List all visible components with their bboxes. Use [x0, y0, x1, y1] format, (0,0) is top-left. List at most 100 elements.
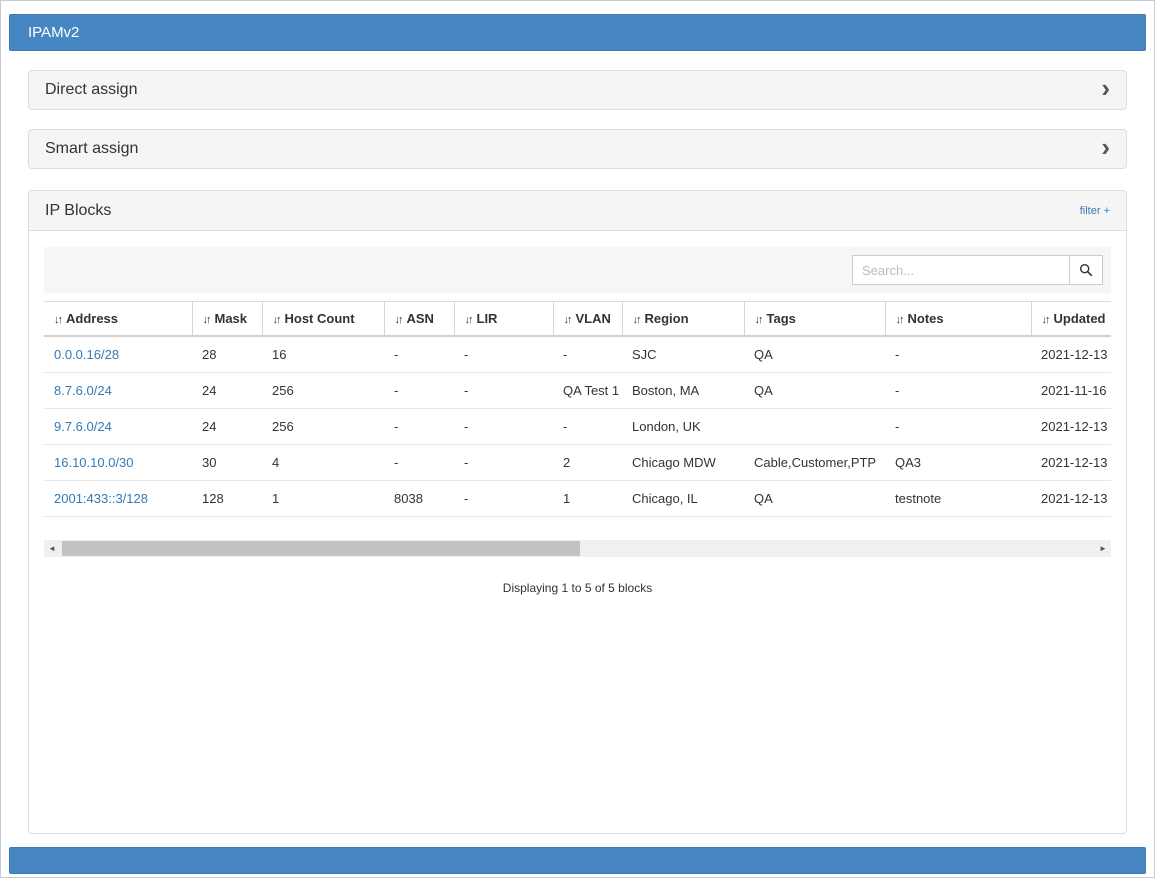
- filter-toggle-link[interactable]: filter +: [1080, 205, 1110, 217]
- table-cell: [744, 409, 885, 445]
- chevron-right-icon: ›: [1101, 78, 1110, 98]
- footer-bar: [9, 847, 1146, 874]
- column-header-mask[interactable]: ↓↑Mask: [192, 302, 262, 337]
- table-cell: 256: [262, 409, 384, 445]
- search-button[interactable]: [1070, 255, 1103, 285]
- sort-icon: ↓↑: [633, 314, 640, 326]
- table-row: 8.7.6.0/2424256--QA Test 1Boston, MAQA-2…: [44, 373, 1111, 409]
- table-row: 0.0.0.16/282816---SJCQA-2021-12-13: [44, 336, 1111, 373]
- column-header-region[interactable]: ↓↑ Region: [622, 302, 744, 337]
- page: IPAMv2 Direct assign › Smart assign › IP…: [0, 0, 1155, 878]
- column-label: Updated: [1054, 311, 1106, 326]
- table-cell: -: [454, 445, 553, 481]
- column-header-updated[interactable]: ↓↑ Updated: [1031, 302, 1111, 337]
- table-cell: -: [885, 373, 1031, 409]
- table-cell: 30: [192, 445, 262, 481]
- ip-blocks-table: ↓↑Address↓↑Mask↓↑Host Count↓↑ASN↓↑LIR↓↑V…: [44, 301, 1111, 517]
- table-cell: SJC: [622, 336, 744, 373]
- sort-icon: ↓↑: [1042, 314, 1049, 326]
- table-cell: Boston, MA: [622, 373, 744, 409]
- content-area: Direct assign › Smart assign › IP Blocks…: [28, 70, 1127, 834]
- scroll-right-arrow-icon[interactable]: ►: [1095, 540, 1111, 557]
- column-label: Address: [66, 311, 118, 326]
- table-cell: -: [454, 409, 553, 445]
- ip-blocks-panel: IP Blocks filter +: [28, 190, 1127, 834]
- search-input[interactable]: [852, 255, 1070, 285]
- table-cell: 2: [553, 445, 622, 481]
- table-cell: 8.7.6.0/24: [44, 373, 192, 409]
- table-cell: 2021-12-13: [1031, 445, 1111, 481]
- table-cell: Cable,Customer,PTP: [744, 445, 885, 481]
- column-label: VLAN: [576, 311, 611, 326]
- column-header-lir[interactable]: ↓↑LIR: [454, 302, 553, 337]
- sort-icon: ↓↑: [755, 314, 762, 326]
- sort-icon: ↓↑: [896, 314, 903, 326]
- table-cell: -: [885, 336, 1031, 373]
- table-cell: 256: [262, 373, 384, 409]
- panel-smart-assign[interactable]: Smart assign ›: [28, 129, 1127, 169]
- table-cell: Chicago, IL: [622, 481, 744, 517]
- column-header-address[interactable]: ↓↑ Address: [44, 302, 192, 337]
- column-header-notes[interactable]: ↓↑ Notes: [885, 302, 1031, 337]
- scroll-left-arrow-icon[interactable]: ◄: [44, 540, 60, 557]
- address-link[interactable]: 2001:433::3/128: [54, 491, 148, 506]
- scrollbar-track[interactable]: [60, 540, 1095, 557]
- search-icon: [1079, 263, 1093, 277]
- table-cell: 8038: [384, 481, 454, 517]
- address-link[interactable]: 16.10.10.0/30: [54, 455, 134, 470]
- column-header-host-count[interactable]: ↓↑Host Count: [262, 302, 384, 337]
- column-header-tags[interactable]: ↓↑ Tags: [744, 302, 885, 337]
- column-header-asn[interactable]: ↓↑ ASN: [384, 302, 454, 337]
- table-cell: -: [384, 409, 454, 445]
- panel-smart-assign-label: Smart assign: [45, 140, 138, 158]
- column-header-vlan[interactable]: ↓↑ VLAN: [553, 302, 622, 337]
- table-cell: London, UK: [622, 409, 744, 445]
- address-link[interactable]: 0.0.0.16/28: [54, 347, 119, 362]
- table-cell: 1: [553, 481, 622, 517]
- table-cell: -: [454, 373, 553, 409]
- table-cell: QA: [744, 373, 885, 409]
- table-cell: -: [454, 336, 553, 373]
- table-cell: 128: [192, 481, 262, 517]
- table-header-row: ↓↑Address↓↑Mask↓↑Host Count↓↑ASN↓↑LIR↓↑V…: [44, 302, 1111, 337]
- panel-direct-assign[interactable]: Direct assign ›: [28, 70, 1127, 110]
- scrollbar-thumb[interactable]: [62, 541, 580, 556]
- horizontal-scrollbar[interactable]: ◄ ►: [44, 540, 1111, 557]
- sort-icon: ↓↑: [465, 314, 472, 326]
- table-toolbar: [44, 247, 1111, 293]
- address-link[interactable]: 8.7.6.0/24: [54, 383, 112, 398]
- table-cell: QA: [744, 481, 885, 517]
- table-summary: Displaying 1 to 5 of 5 blocks: [44, 581, 1111, 595]
- table-cell: 16.10.10.0/30: [44, 445, 192, 481]
- table-cell: 2001:433::3/128: [44, 481, 192, 517]
- column-label: ASN: [407, 311, 434, 326]
- address-link[interactable]: 9.7.6.0/24: [54, 419, 112, 434]
- column-label: Tags: [767, 311, 796, 326]
- table-cell: 28: [192, 336, 262, 373]
- search-group: [852, 255, 1103, 285]
- table-cell: QA3: [885, 445, 1031, 481]
- table-row: 16.10.10.0/30304--2Chicago MDWCable,Cust…: [44, 445, 1111, 481]
- table-cell: 0.0.0.16/28: [44, 336, 192, 373]
- table-cell: 9.7.6.0/24: [44, 409, 192, 445]
- table-cell: -: [384, 336, 454, 373]
- panel-direct-assign-label: Direct assign: [45, 81, 137, 99]
- chevron-right-icon: ›: [1101, 137, 1110, 157]
- ip-blocks-panel-heading: IP Blocks filter +: [29, 191, 1126, 231]
- table-cell: -: [454, 481, 553, 517]
- sort-icon: ↓↑: [564, 314, 571, 326]
- table-cell: 2021-12-13: [1031, 336, 1111, 373]
- column-label: Mask: [215, 311, 248, 326]
- ip-blocks-panel-body: ↓↑Address↓↑Mask↓↑Host Count↓↑ASN↓↑LIR↓↑V…: [29, 247, 1126, 834]
- table-cell: 4: [262, 445, 384, 481]
- table-cell: 24: [192, 373, 262, 409]
- table-cell: -: [384, 445, 454, 481]
- sort-icon: ↓↑: [54, 314, 61, 326]
- column-label: Notes: [908, 311, 944, 326]
- app-title: IPAMv2: [28, 24, 79, 41]
- table-cell: QA Test 1: [553, 373, 622, 409]
- table-cell: 16: [262, 336, 384, 373]
- table-cell: 2021-12-13: [1031, 481, 1111, 517]
- column-label: Region: [645, 311, 689, 326]
- sort-icon: ↓↑: [395, 314, 402, 326]
